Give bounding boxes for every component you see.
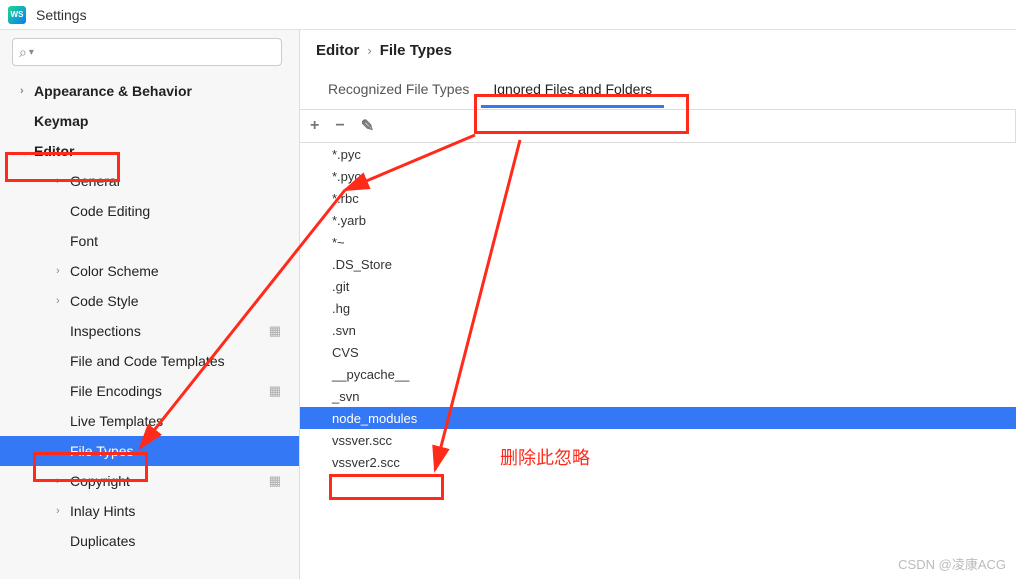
watermark: CSDN @凌康ACG [898,554,1006,573]
titlebar: WS Settings [0,0,1016,30]
list-toolbar: + − ✎ [300,109,1016,143]
ignored-files-list[interactable]: *.pyc*.pyo*.rbc*.yarb*~.DS_Store.git.hg.… [300,143,1016,473]
sidebar-item-label: Inlay Hints [70,503,135,519]
search-input[interactable]: ⌕ ▾ [12,38,282,66]
gear-icon: ▦ [269,473,281,489]
sidebar-item-color-scheme[interactable]: ›Color Scheme [0,256,299,286]
settings-sidebar: ⌕ ▾ ›Appearance & BehaviorKeymap⌄Editor›… [0,30,300,579]
sidebar-item-label: General [70,173,120,189]
sidebar-item-label: File Types [70,443,134,459]
list-item[interactable]: __pycache__ [300,363,1016,385]
sidebar-item-editor[interactable]: ⌄Editor [0,136,299,166]
remove-button[interactable]: − [335,117,344,135]
list-item[interactable]: node_modules [300,407,1016,429]
chevron-icon: › [56,175,70,187]
sidebar-item-label: File and Code Templates [70,353,225,369]
window-title: Settings [36,7,87,23]
logo-text: WS [11,10,24,19]
gear-icon: ▦ [269,383,281,399]
sidebar-item-label: Copyright [70,473,130,489]
sidebar-item-label: Inspections [70,323,141,339]
sidebar-item-label: Appearance & Behavior [34,83,192,99]
sidebar-item-file-and-code-templates[interactable]: File and Code Templates [0,346,299,376]
add-button[interactable]: + [310,117,319,135]
sidebar-item-live-templates[interactable]: Live Templates [0,406,299,436]
sidebar-item-label: Live Templates [70,413,163,429]
sidebar-item-inspections[interactable]: Inspections ▦ [0,316,299,346]
tabs: Recognized File Types Ignored Files and … [300,79,1016,109]
list-item[interactable]: vssver2.scc [300,451,1016,473]
gear-icon: ▦ [269,323,281,339]
sidebar-item-label: Font [70,233,98,249]
list-item[interactable]: .DS_Store [300,253,1016,275]
list-item[interactable]: *.pyo [300,165,1016,187]
chevron-icon: ⌄ [20,145,34,158]
sidebar-item-label: Code Style [70,293,138,309]
chevron-icon: › [56,295,70,307]
tab-ignored-files-folders[interactable]: Ignored Files and Folders [481,81,664,108]
sidebar-item-appearance-behavior[interactable]: ›Appearance & Behavior [0,76,299,106]
breadcrumb: Editor › File Types [300,42,1016,79]
sidebar-item-code-style[interactable]: ›Code Style [0,286,299,316]
app-logo: WS [8,6,26,24]
chevron-icon: › [20,85,34,97]
list-item[interactable]: *.pyc [300,143,1016,165]
breadcrumb-filetypes: File Types [380,42,452,59]
chevron-icon: › [56,505,70,517]
chevron-icon: › [56,265,70,277]
sidebar-item-inlay-hints[interactable]: ›Inlay Hints [0,496,299,526]
sidebar-item-label: File Encodings [70,383,162,399]
sidebar-item-label: Duplicates [70,533,135,549]
breadcrumb-editor[interactable]: Editor [316,42,359,59]
list-item[interactable]: .svn [300,319,1016,341]
sidebar-item-label: Code Editing [70,203,150,219]
sidebar-item-font[interactable]: Font [0,226,299,256]
list-item[interactable]: _svn [300,385,1016,407]
search-icon: ⌕ [19,44,27,61]
chevron-down-icon: ▾ [29,47,34,58]
list-item[interactable]: vssver.scc [300,429,1016,451]
sidebar-item-file-encodings[interactable]: File Encodings ▦ [0,376,299,406]
tab-recognized-file-types[interactable]: Recognized File Types [316,81,481,108]
sidebar-item-keymap[interactable]: Keymap [0,106,299,136]
chevron-icon: › [56,475,70,487]
sidebar-item-label: Color Scheme [70,263,159,279]
list-item[interactable]: *.yarb [300,209,1016,231]
list-item[interactable]: *~ [300,231,1016,253]
chevron-right-icon: › [367,43,371,58]
list-item[interactable]: .git [300,275,1016,297]
edit-button[interactable]: ✎ [361,116,374,136]
sidebar-item-code-editing[interactable]: Code Editing [0,196,299,226]
sidebar-item-duplicates[interactable]: Duplicates [0,526,299,556]
sidebar-item-general[interactable]: ›General [0,166,299,196]
list-item[interactable]: *.rbc [300,187,1016,209]
list-item[interactable]: .hg [300,297,1016,319]
sidebar-item-file-types[interactable]: File Types [0,436,299,466]
sidebar-item-label: Keymap [34,113,88,129]
sidebar-item-copyright[interactable]: ›Copyright ▦ [0,466,299,496]
list-item[interactable]: CVS [300,341,1016,363]
sidebar-item-label: Editor [34,143,74,159]
